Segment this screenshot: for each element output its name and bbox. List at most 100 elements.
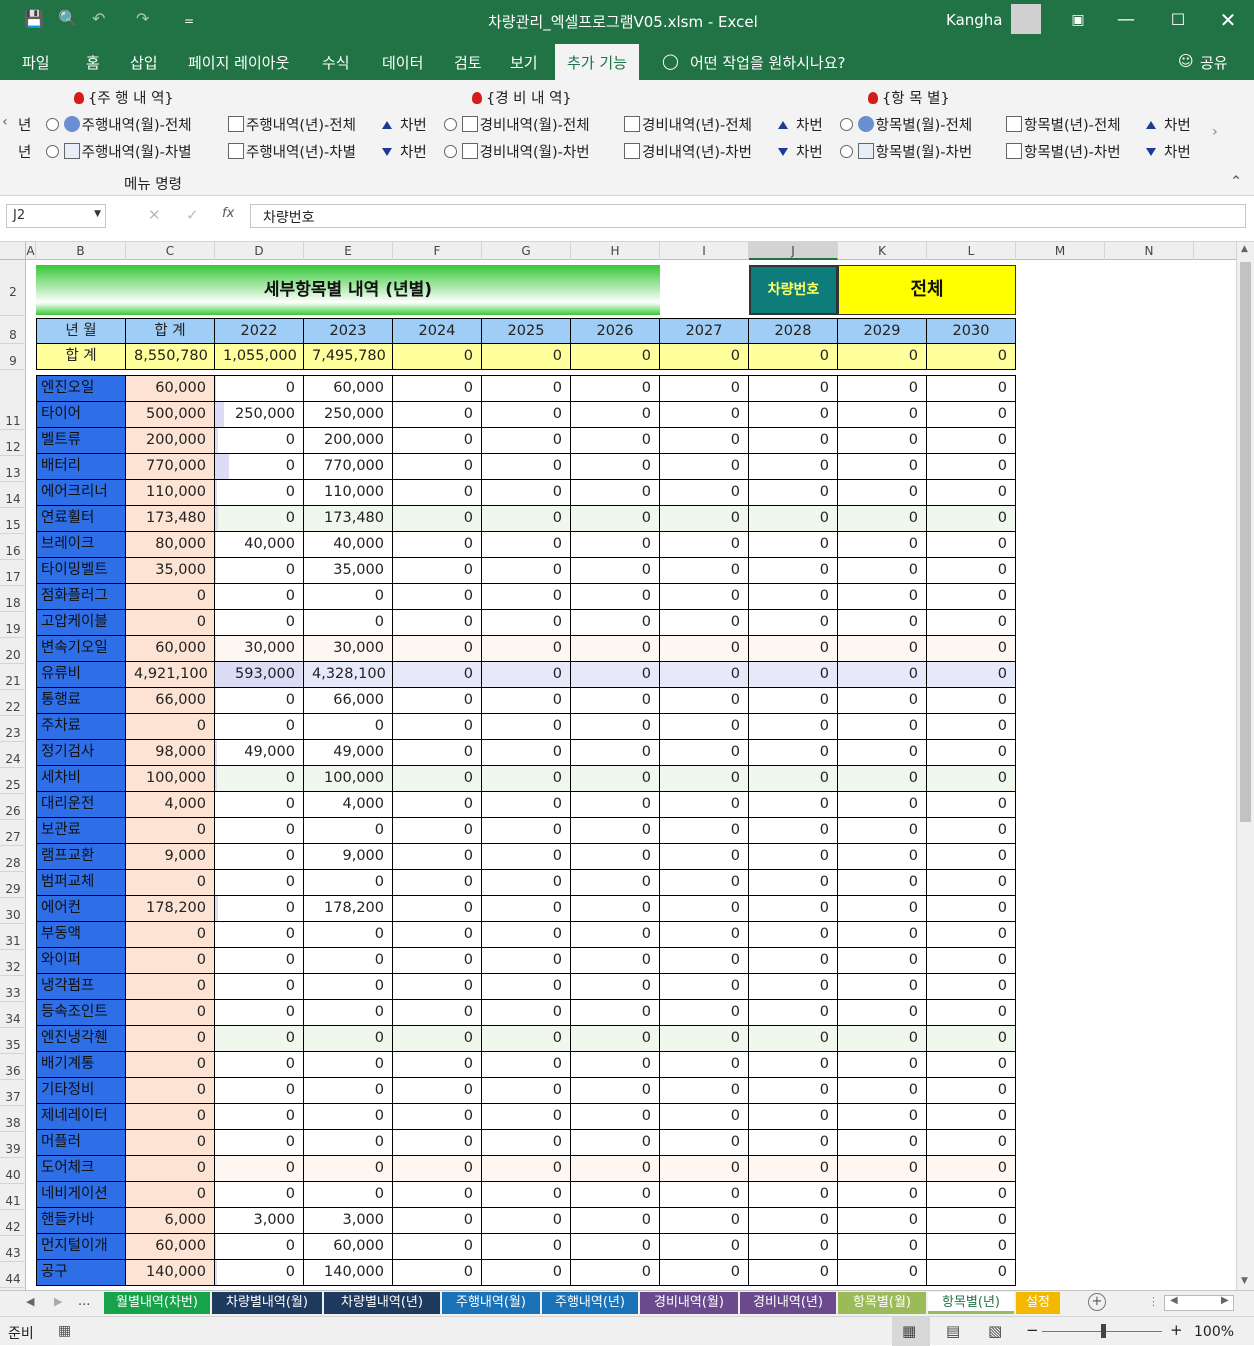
year-cell[interactable]: 0 — [393, 1182, 482, 1208]
year-cell[interactable]: 0 — [571, 818, 660, 844]
menu-expense-month-all[interactable]: 경비내역(월)-전체 — [444, 114, 590, 135]
year-2023[interactable]: 0 — [304, 584, 393, 610]
row-header[interactable]: 9 — [0, 344, 26, 370]
year-cell[interactable]: 0 — [749, 896, 838, 922]
year-2023[interactable]: 0 — [304, 1130, 393, 1156]
year-cell[interactable]: 0 — [838, 896, 927, 922]
year-cell[interactable]: 0 — [393, 818, 482, 844]
year-cell[interactable]: 0 — [660, 896, 749, 922]
year-cell[interactable]: 0 — [660, 974, 749, 1000]
year-cell[interactable]: 0 — [749, 402, 838, 428]
item-total[interactable]: 60,000 — [126, 636, 215, 662]
column-header[interactable]: L — [927, 242, 1016, 260]
year-cell[interactable]: 0 — [838, 1052, 927, 1078]
year-2022[interactable]: 49,000 — [215, 740, 304, 766]
radio-icon[interactable] — [444, 118, 457, 131]
row-header[interactable]: 22 — [0, 690, 26, 716]
row-header[interactable]: 35 — [0, 1028, 26, 1054]
radio-icon[interactable] — [840, 145, 853, 158]
row-header[interactable]: 44 — [0, 1262, 26, 1288]
year-cell[interactable]: 0 — [393, 792, 482, 818]
tab-insert[interactable]: 삽입 — [130, 52, 158, 73]
year-cell[interactable]: 0 — [482, 636, 571, 662]
year-cell[interactable]: 0 — [927, 740, 1016, 766]
column-header[interactable]: D — [215, 242, 304, 260]
year-cell[interactable]: 0 — [660, 402, 749, 428]
item-label[interactable]: 대리운전 — [36, 792, 126, 818]
item-total[interactable]: 98,000 — [126, 740, 215, 766]
zoom-level[interactable]: 100% — [1194, 1324, 1234, 1340]
row-header[interactable]: 28 — [0, 846, 26, 872]
tab-data[interactable]: 데이터 — [382, 52, 423, 73]
year-2022[interactable]: 0 — [215, 1104, 304, 1130]
year-2023[interactable]: 250,000 — [304, 402, 393, 428]
year-2022[interactable]: 0 — [215, 922, 304, 948]
row-header[interactable]: 32 — [0, 950, 26, 976]
item-label[interactable]: 네비게이션 — [36, 1182, 126, 1208]
year-cell[interactable]: 0 — [749, 428, 838, 454]
scroll-left-icon[interactable]: ‹ — [2, 114, 8, 130]
minimize-icon[interactable]: — — [1106, 6, 1146, 34]
year-cell[interactable]: 0 — [749, 636, 838, 662]
year-cell[interactable]: 0 — [571, 1208, 660, 1234]
year-cell[interactable]: 0 — [749, 844, 838, 870]
year-cell[interactable]: 0 — [482, 454, 571, 480]
year-cell[interactable]: 0 — [749, 584, 838, 610]
row-header[interactable]: 12 — [0, 430, 26, 456]
column-header[interactable]: C — [126, 242, 215, 260]
year-2023[interactable]: 4,000 — [304, 792, 393, 818]
item-label[interactable]: 머플러 — [36, 1130, 126, 1156]
year-cell[interactable]: 0 — [838, 688, 927, 714]
radio-icon[interactable] — [46, 118, 59, 131]
year-cell[interactable]: 0 — [838, 428, 927, 454]
tab-split-icon[interactable]: ⋮ — [1148, 1295, 1159, 1308]
year-cell[interactable]: 0 — [660, 1182, 749, 1208]
year-2022[interactable]: 593,000 — [215, 662, 304, 688]
item-total[interactable]: 0 — [126, 922, 215, 948]
year-cell[interactable]: 0 — [927, 870, 1016, 896]
year-2022[interactable]: 0 — [215, 792, 304, 818]
year-cell[interactable]: 0 — [749, 1026, 838, 1052]
year-2022[interactable]: 0 — [215, 1052, 304, 1078]
year-cell[interactable]: 0 — [838, 714, 927, 740]
year-cell[interactable]: 0 — [482, 376, 571, 402]
item-label[interactable]: 엔진오일 — [36, 376, 126, 402]
year-cell[interactable]: 0 — [660, 714, 749, 740]
item-total[interactable]: 0 — [126, 1026, 215, 1052]
year-cell[interactable]: 0 — [482, 896, 571, 922]
year-cell[interactable]: 0 — [838, 506, 927, 532]
year-cell[interactable]: 0 — [393, 922, 482, 948]
year-cell[interactable]: 0 — [927, 948, 1016, 974]
year-cell[interactable]: 0 — [571, 974, 660, 1000]
year-cell[interactable]: 0 — [482, 1234, 571, 1260]
year-cell[interactable]: 0 — [571, 688, 660, 714]
year-2023[interactable]: 0 — [304, 818, 393, 844]
year-cell[interactable]: 0 — [393, 1052, 482, 1078]
item-label[interactable]: 타이어 — [36, 402, 126, 428]
year-cell[interactable]: 0 — [749, 922, 838, 948]
year-cell[interactable]: 0 — [571, 1130, 660, 1156]
scroll-right-icon[interactable]: ▶ — [1221, 1295, 1229, 1306]
item-label[interactable]: 연료휠터 — [36, 506, 126, 532]
year-cell[interactable]: 0 — [749, 1130, 838, 1156]
column-header[interactable]: I — [660, 242, 749, 260]
year-cell[interactable]: 0 — [482, 922, 571, 948]
customize-qat-icon[interactable]: = — [184, 14, 194, 28]
year-cell[interactable]: 0 — [482, 1260, 571, 1286]
year-2022[interactable]: 0 — [215, 376, 304, 402]
year-2023[interactable]: 60,000 — [304, 376, 393, 402]
year-cell[interactable]: 0 — [749, 1234, 838, 1260]
row-header[interactable]: 16 — [0, 534, 26, 560]
year-cell[interactable]: 0 — [660, 1078, 749, 1104]
year-cell[interactable]: 0 — [571, 584, 660, 610]
year-cell[interactable]: 0 — [749, 1156, 838, 1182]
year-cell[interactable]: 0 — [571, 896, 660, 922]
year-cell[interactable]: 0 — [571, 376, 660, 402]
item-label[interactable]: 타이밍벨트 — [36, 558, 126, 584]
item-total[interactable]: 0 — [126, 948, 215, 974]
year-cell[interactable]: 0 — [660, 870, 749, 896]
year-cell[interactable]: 0 — [393, 1130, 482, 1156]
year-cell[interactable]: 0 — [749, 532, 838, 558]
sheet-tab[interactable]: 경비내역(년) — [740, 1292, 836, 1314]
item-label[interactable]: 램프교환 — [36, 844, 126, 870]
